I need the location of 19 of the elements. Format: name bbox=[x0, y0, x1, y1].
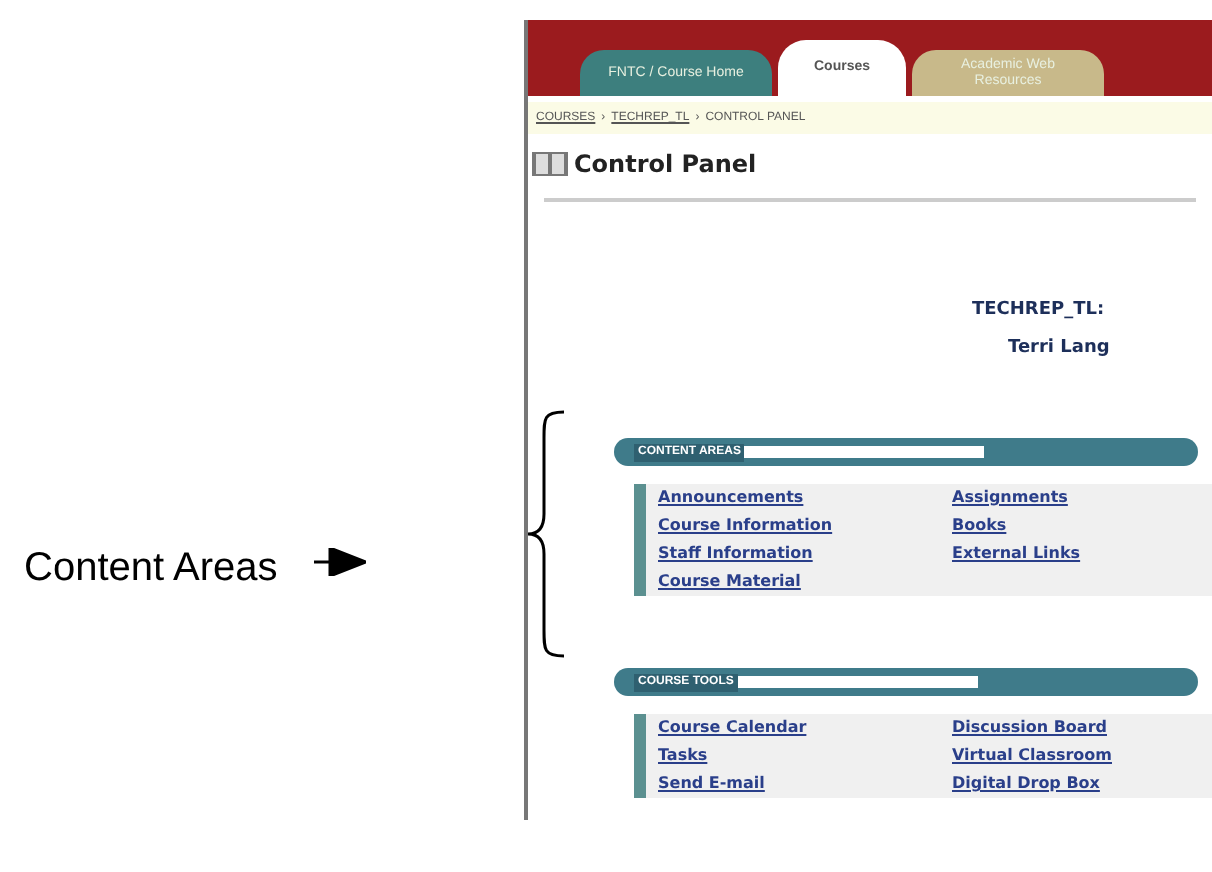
course-code: TECHREP_TL: bbox=[972, 298, 1107, 324]
content-link[interactable]: Course Information bbox=[658, 512, 952, 540]
annotation-label: Content Areas bbox=[24, 544, 278, 594]
content-link[interactable]: Course Material bbox=[658, 568, 952, 596]
content-link[interactable]: External Links bbox=[952, 540, 1212, 568]
content-link[interactable]: Announcements bbox=[658, 484, 952, 512]
page-title: Control Panel bbox=[574, 148, 757, 182]
arrow-icon bbox=[313, 548, 366, 576]
content-link[interactable]: Digital Drop Box bbox=[952, 770, 1212, 798]
content-link[interactable]: Books bbox=[952, 512, 1212, 540]
content-link[interactable]: Discussion Board bbox=[952, 714, 1212, 742]
content-link[interactable]: Send E-mail bbox=[658, 770, 952, 798]
instructor-name: Terri Lang bbox=[1008, 335, 1112, 361]
content-link[interactable]: Virtual Classroom bbox=[952, 742, 1212, 770]
content-link[interactable]: Staff Information bbox=[658, 540, 952, 568]
content-link[interactable]: Course Calendar bbox=[658, 714, 952, 742]
content-link[interactable]: Tasks bbox=[658, 742, 952, 770]
content-link[interactable]: Assignments bbox=[952, 484, 1212, 512]
book-icon bbox=[532, 150, 568, 178]
